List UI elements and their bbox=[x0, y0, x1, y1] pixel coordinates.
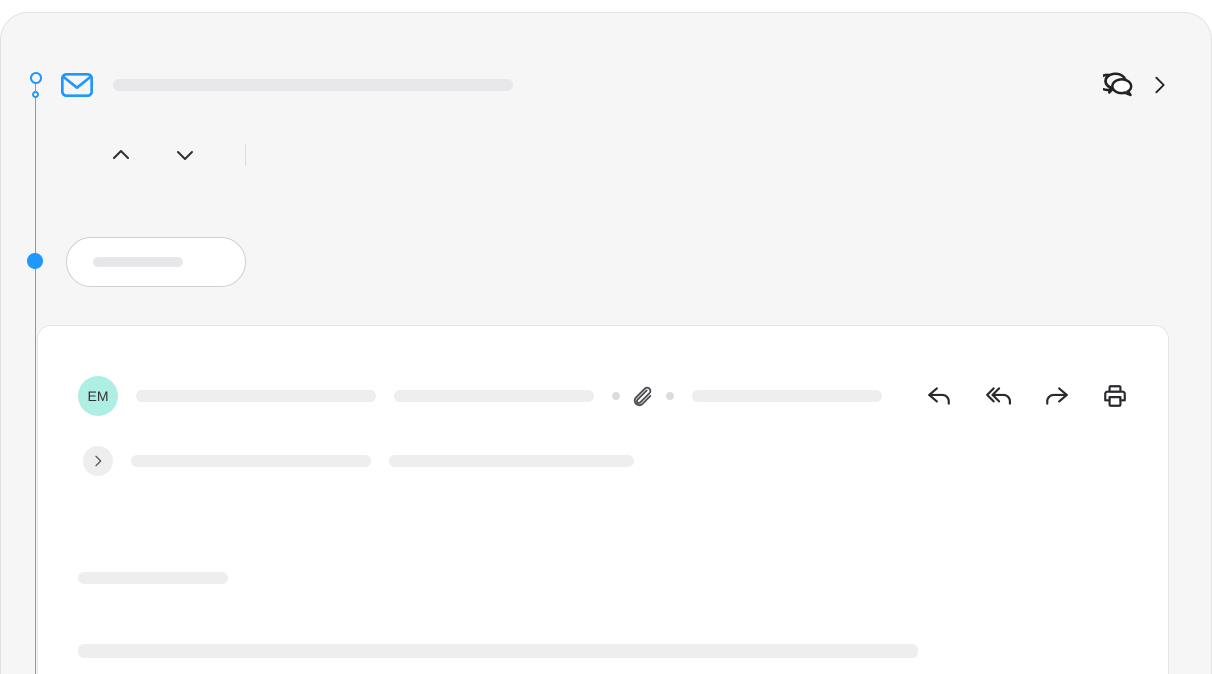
email-header-row: EM bbox=[78, 376, 1128, 416]
email-meta bbox=[612, 385, 674, 407]
chevron-down-icon[interactable] bbox=[173, 143, 197, 167]
email-card: EM bbox=[37, 325, 1169, 674]
timeline-node-open bbox=[30, 72, 42, 84]
recipient-placeholder bbox=[394, 390, 594, 402]
email-body bbox=[78, 572, 1128, 658]
message-nav bbox=[109, 143, 246, 167]
chat-icon[interactable] bbox=[1103, 70, 1133, 100]
chevron-right-icon bbox=[90, 453, 106, 469]
body-line-placeholder bbox=[78, 572, 228, 584]
avatar-initials: EM bbox=[88, 388, 109, 404]
detail-placeholder bbox=[389, 455, 634, 467]
detail-placeholder bbox=[131, 455, 371, 467]
meta-dot bbox=[612, 392, 620, 400]
chevron-right-icon[interactable] bbox=[1149, 74, 1171, 96]
thread-header bbox=[61, 69, 1171, 101]
body-line-placeholder bbox=[78, 644, 918, 658]
meta-dot bbox=[666, 392, 674, 400]
sender-avatar[interactable]: EM bbox=[78, 376, 118, 416]
email-reader-window: EM bbox=[0, 12, 1212, 674]
thread-timeline bbox=[35, 77, 36, 674]
print-icon[interactable] bbox=[1102, 383, 1128, 409]
pill-label-placeholder bbox=[93, 257, 183, 267]
email-subheader-row bbox=[78, 446, 1128, 476]
forward-icon[interactable] bbox=[1044, 383, 1070, 409]
reply-icon[interactable] bbox=[926, 383, 952, 409]
separator bbox=[245, 144, 246, 166]
sender-placeholder bbox=[136, 390, 376, 402]
reply-all-icon[interactable] bbox=[984, 383, 1012, 409]
thread-label-pill[interactable] bbox=[66, 237, 246, 287]
attachment-icon[interactable] bbox=[632, 385, 654, 407]
chevron-up-icon[interactable] bbox=[109, 143, 133, 167]
timeline-node-small bbox=[32, 91, 39, 98]
date-placeholder bbox=[692, 390, 882, 402]
expand-details-button[interactable] bbox=[83, 446, 113, 476]
timeline-node-current bbox=[27, 253, 43, 269]
email-actions bbox=[926, 383, 1128, 409]
thread-subject-placeholder bbox=[113, 79, 513, 91]
mail-icon bbox=[61, 73, 93, 97]
